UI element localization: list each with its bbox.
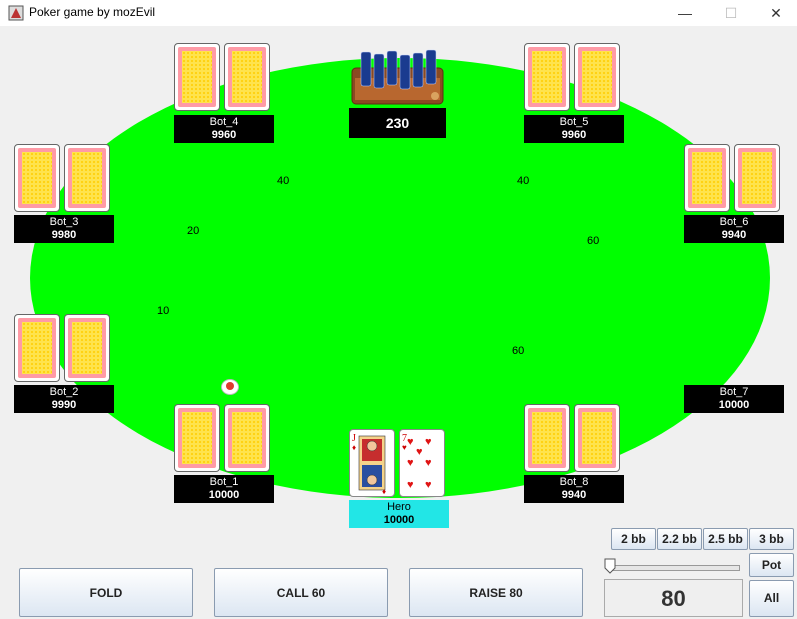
card-back <box>574 43 620 111</box>
svg-text:♦: ♦ <box>352 443 356 452</box>
minimize-button[interactable]: — <box>662 0 708 26</box>
app-icon <box>8 5 24 21</box>
maximize-button[interactable]: ☐ <box>708 0 754 26</box>
player-stack: 9980 <box>51 229 77 241</box>
card-back <box>174 404 220 472</box>
card-back <box>64 144 110 212</box>
svg-text:♦: ♦ <box>382 487 386 496</box>
raise-button[interactable]: RAISE 80 <box>409 568 583 617</box>
player-name: Bot_1 <box>209 476 239 488</box>
player-name: Bot_6 <box>719 216 749 228</box>
player-stack: 10000 <box>718 399 750 411</box>
player-plate-bot-8: Bot_8 9940 <box>524 475 624 503</box>
seven-of-hearts-card: 7 ♥ ♥ ♥ ♥ ♥ ♥ ♥ ♥ <box>399 429 445 497</box>
player-stack: 9940 <box>721 229 747 241</box>
raise-amount-field[interactable]: 80 <box>604 579 743 617</box>
card-back <box>174 43 220 111</box>
title-bar: Poker game by mozEvil — ☐ ✕ <box>0 0 797 26</box>
bet-amount-bot-2: 10 <box>157 305 170 317</box>
preset-2bb-button[interactable]: 2 bb <box>611 528 656 550</box>
player-plate-bot-2: Bot_2 9990 <box>14 385 114 413</box>
player-plate-bot-7: Bot_7 10000 <box>684 385 784 413</box>
svg-text:♥: ♥ <box>407 479 414 491</box>
card-back <box>224 43 270 111</box>
bet-amount-bot-4: 40 <box>277 175 290 187</box>
player-plate-bot-5: Bot_5 9960 <box>524 115 624 143</box>
dealer-button-icon <box>221 379 239 395</box>
player-name: Bot_8 <box>559 476 589 488</box>
fold-button[interactable]: FOLD <box>19 568 193 617</box>
card-back <box>64 314 110 382</box>
svg-text:♥: ♥ <box>407 436 414 448</box>
card-back <box>524 404 570 472</box>
player-stack: 9960 <box>561 129 587 141</box>
raise-slider-thumb[interactable] <box>604 558 616 574</box>
player-stack: 10000 <box>208 489 240 501</box>
svg-text:♥: ♥ <box>425 457 432 469</box>
bet-amount-bot-5: 40 <box>517 175 530 187</box>
card-back <box>224 404 270 472</box>
player-name: Hero <box>387 501 411 513</box>
pot-chips-icon <box>351 49 444 105</box>
card-back <box>574 404 620 472</box>
player-plate-bot-3: Bot_3 9980 <box>14 215 114 243</box>
svg-text:♥: ♥ <box>425 436 432 448</box>
raise-slider-track[interactable] <box>612 565 740 571</box>
pot-amount: 230 <box>349 108 446 138</box>
player-stack: 9940 <box>561 489 587 501</box>
player-plate-hero: Hero 10000 <box>349 500 449 528</box>
card-back <box>734 144 780 212</box>
player-plate-bot-1: Bot_1 10000 <box>174 475 274 503</box>
card-back <box>14 314 60 382</box>
preset-3bb-button[interactable]: 3 bb <box>749 528 794 550</box>
card-back <box>684 144 730 212</box>
player-stack: 10000 <box>383 514 415 526</box>
svg-text:♥: ♥ <box>416 446 423 458</box>
bet-amount-bot-8: 60 <box>512 345 525 357</box>
preset-2-2bb-button[interactable]: 2.2 bb <box>657 528 702 550</box>
player-stack: 9990 <box>51 399 77 411</box>
player-plate-bot-4: Bot_4 9960 <box>174 115 274 143</box>
call-button[interactable]: CALL 60 <box>214 568 388 617</box>
player-stack: 9960 <box>211 129 237 141</box>
bet-amount-bot-3: 20 <box>187 225 200 237</box>
close-button[interactable]: ✕ <box>753 0 797 26</box>
player-plate-bot-6: Bot_6 9940 <box>684 215 784 243</box>
player-name: Bot_7 <box>719 386 749 398</box>
player-name: Bot_5 <box>559 116 589 128</box>
card-back <box>524 43 570 111</box>
all-in-button[interactable]: All <box>749 580 794 617</box>
player-name: Bot_3 <box>49 216 79 228</box>
preset-2-5bb-button[interactable]: 2.5 bb <box>703 528 748 550</box>
pot-button[interactable]: Pot <box>749 553 794 577</box>
card-back <box>14 144 60 212</box>
jack-of-diamonds-card: J ♦ ♦ <box>349 429 395 497</box>
svg-text:♥: ♥ <box>407 457 414 469</box>
player-name: Bot_2 <box>49 386 79 398</box>
player-name: Bot_4 <box>209 116 239 128</box>
svg-text:♥: ♥ <box>425 479 432 491</box>
bet-amount-bot-6: 60 <box>587 235 600 247</box>
window-title: Poker game by mozEvil <box>29 5 156 19</box>
